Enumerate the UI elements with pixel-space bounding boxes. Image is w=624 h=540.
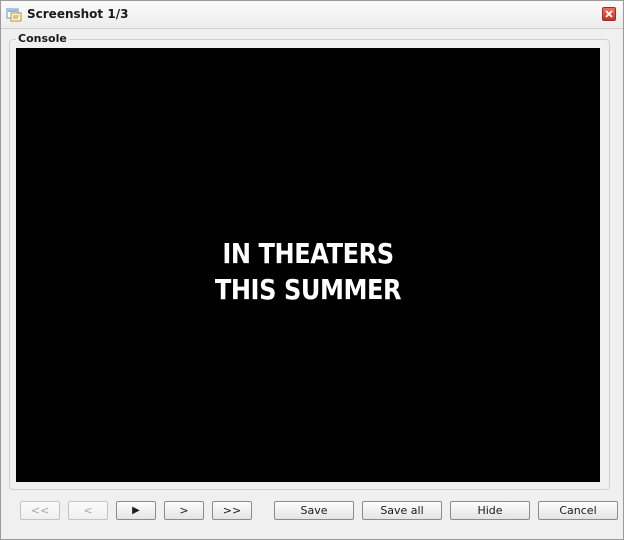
screenshot-preview: IN THEATERS THIS SUMMER bbox=[16, 48, 600, 482]
screenshot-window: Screenshot 1/3 Console IN THEATERS THIS … bbox=[0, 0, 624, 540]
preview-caption-line-2: THIS SUMMER bbox=[214, 273, 402, 306]
hide-button[interactable]: Hide bbox=[450, 501, 530, 520]
first-button[interactable]: << bbox=[20, 501, 60, 520]
play-button[interactable]: ▶ bbox=[116, 501, 156, 520]
title-bar[interactable]: Screenshot 1/3 bbox=[1, 1, 623, 29]
preview-caption-line-1: IN THEATERS bbox=[222, 237, 394, 270]
previous-button[interactable]: < bbox=[68, 501, 108, 520]
screenshot-window-icon bbox=[6, 6, 22, 22]
next-button[interactable]: > bbox=[164, 501, 204, 520]
cancel-button[interactable]: Cancel bbox=[538, 501, 618, 520]
close-button[interactable] bbox=[602, 7, 616, 21]
save-all-button[interactable]: Save all bbox=[362, 501, 442, 520]
play-icon: ▶ bbox=[132, 505, 140, 516]
last-button[interactable]: >> bbox=[212, 501, 252, 520]
close-icon bbox=[605, 10, 613, 18]
preview-caption: IN THEATERS THIS SUMMER bbox=[57, 236, 559, 308]
save-button[interactable]: Save bbox=[274, 501, 354, 520]
window-title: Screenshot 1/3 bbox=[27, 7, 129, 21]
console-legend: Console bbox=[16, 32, 69, 45]
